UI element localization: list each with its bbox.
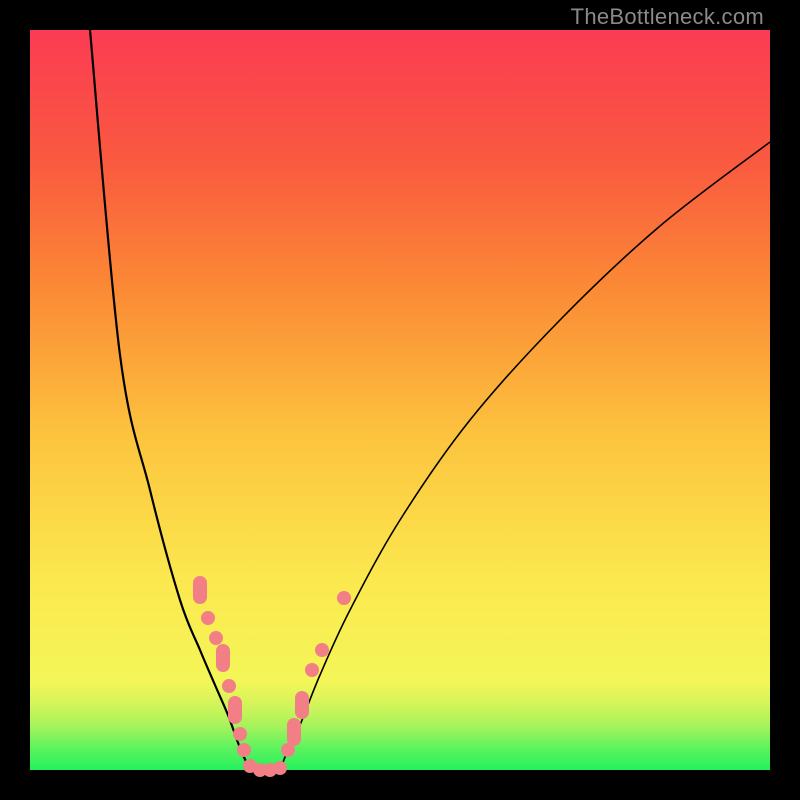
watermark-text: TheBottleneck.com [571,4,764,30]
plot-area [30,30,770,770]
bottleneck-curve [30,30,770,770]
curve-left-branch [90,30,252,770]
chart-frame: TheBottleneck.com [0,0,800,800]
curve-right-branch [280,142,770,770]
